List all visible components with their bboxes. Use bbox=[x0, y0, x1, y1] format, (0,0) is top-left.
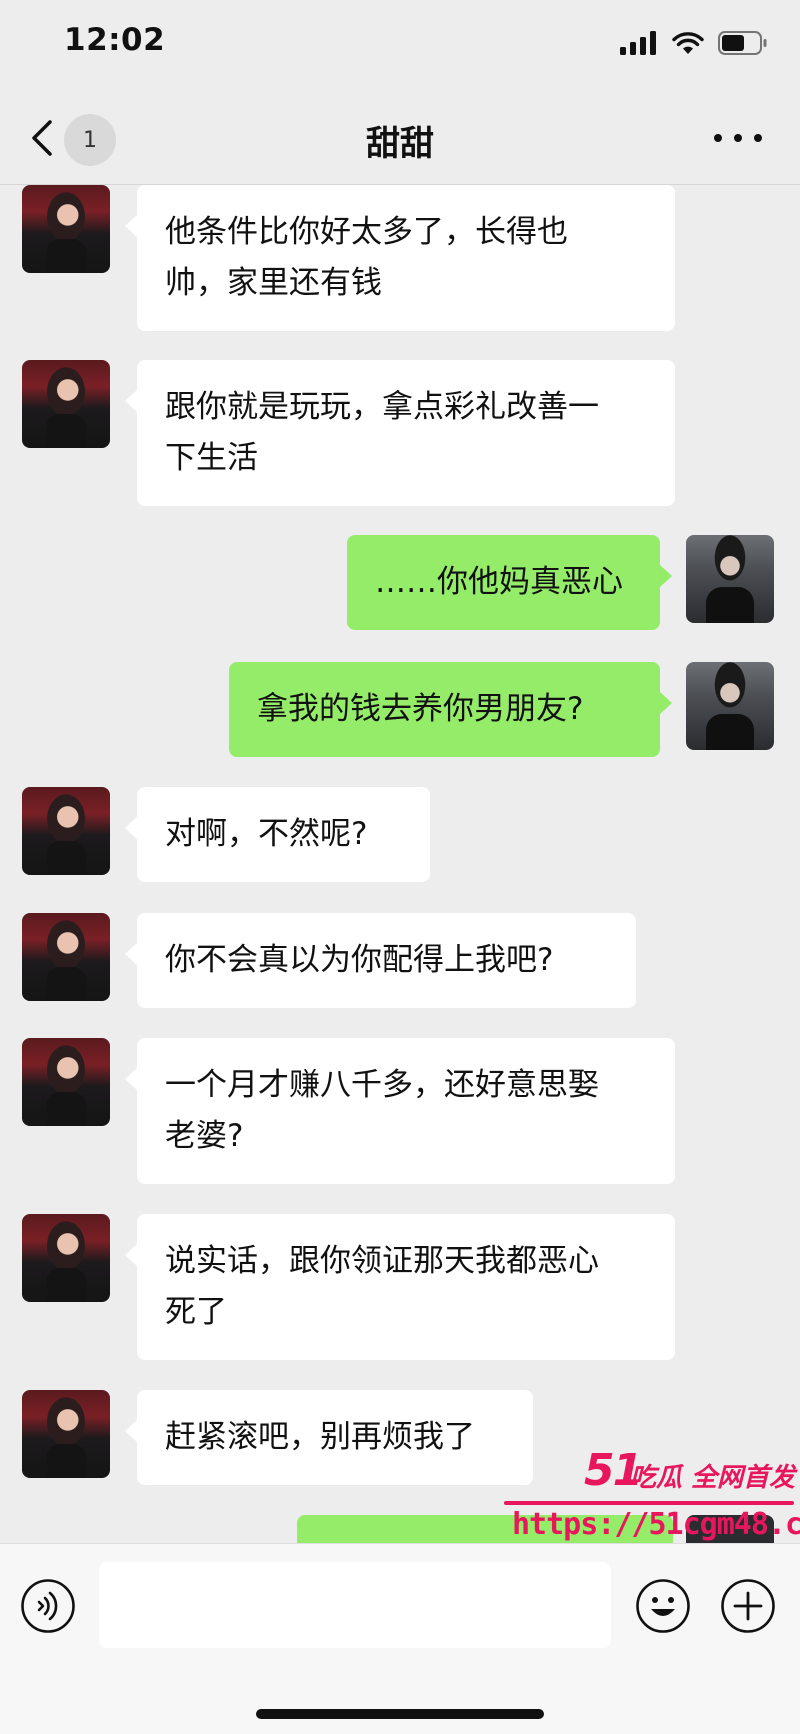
message-text-line: 老婆? bbox=[165, 1118, 244, 1154]
message-input[interactable] bbox=[99, 1562, 611, 1648]
message-text-line: 他条件比你好太多了，长得也 bbox=[165, 214, 568, 250]
more-dots-icon bbox=[714, 134, 722, 142]
my-avatar[interactable] bbox=[686, 535, 774, 623]
status-icons bbox=[620, 28, 768, 58]
message-text-line: ……你他妈真恶心 bbox=[375, 564, 623, 600]
message-text-line: 跟你就是玩玩，拿点彩礼改善一 bbox=[165, 389, 599, 425]
message-bubble[interactable]: 说实话，跟你领证那天我都恶心 死了 bbox=[125, 1214, 675, 1360]
watermark-divider bbox=[504, 1501, 794, 1505]
contact-avatar[interactable] bbox=[22, 1214, 110, 1302]
message-bubble[interactable]: 一个月才赚八千多，还好意思娶 老婆? bbox=[125, 1038, 675, 1184]
plus-icon bbox=[721, 1579, 775, 1633]
message-text-line: 一个月才赚八千多，还好意思娶 bbox=[165, 1067, 599, 1103]
contact-avatar[interactable] bbox=[22, 787, 110, 875]
watermark: 51 吃瓜 全网首发 https://51cgm48.com bbox=[500, 1445, 800, 1555]
message-text-line: 死了 bbox=[165, 1294, 227, 1330]
watermark-slogan: 吃瓜 全网首发 bbox=[630, 1463, 796, 1493]
message-bubble[interactable]: 他条件比你好太多了，长得也 帅，家里还有钱 bbox=[125, 185, 675, 331]
message-text-line: 你不会真以为你配得上我吧? bbox=[165, 942, 554, 978]
status-time: 12:02 bbox=[64, 22, 166, 58]
message-bubble[interactable]: 跟你就是玩玩，拿点彩礼改善一 下生活 bbox=[125, 360, 675, 506]
message-bubble[interactable]: 赶紧滚吧，别再烦我了 bbox=[125, 1390, 533, 1485]
contact-avatar[interactable] bbox=[22, 185, 110, 273]
home-indicator[interactable] bbox=[256, 1709, 544, 1719]
status-bar: 12:02 bbox=[0, 0, 800, 92]
message-text-line: 赶紧滚吧，别再烦我了 bbox=[165, 1419, 475, 1455]
message-text-line: 对啊，不然呢? bbox=[165, 816, 368, 852]
contact-avatar[interactable] bbox=[22, 1038, 110, 1126]
emoji-button[interactable] bbox=[635, 1578, 691, 1634]
signal-icon bbox=[620, 31, 656, 55]
message-text-line: 下生活 bbox=[165, 440, 258, 476]
voice-icon bbox=[21, 1579, 75, 1633]
message-bubble[interactable]: ……你他妈真恶心 bbox=[347, 535, 672, 630]
chat-title: 甜甜 bbox=[366, 124, 434, 164]
message-text-line: 帅，家里还有钱 bbox=[165, 265, 382, 301]
contact-avatar[interactable] bbox=[22, 360, 110, 448]
contact-avatar[interactable] bbox=[22, 913, 110, 1001]
message-text-line: 拿我的钱去养你男朋友? bbox=[257, 691, 584, 727]
message-bubble[interactable]: 你不会真以为你配得上我吧? bbox=[125, 913, 636, 1008]
message-bubble[interactable]: 对啊，不然呢? bbox=[125, 787, 430, 882]
message-bubble[interactable]: 拿我的钱去养你男朋友? bbox=[229, 662, 672, 757]
contact-avatar[interactable] bbox=[22, 1390, 110, 1478]
chat-header: 1 甜甜 bbox=[0, 92, 800, 185]
emoji-icon bbox=[636, 1579, 690, 1633]
voice-button[interactable] bbox=[20, 1578, 76, 1634]
message-list[interactable]: 他条件比你好太多了，长得也 帅，家里还有钱 跟你就是玩玩，拿点彩礼改善一 下生活… bbox=[0, 185, 800, 1543]
battery-icon bbox=[718, 31, 767, 55]
more-button[interactable] bbox=[714, 126, 762, 150]
my-avatar[interactable] bbox=[686, 662, 774, 750]
watermark-url: https://51cgm48.com bbox=[512, 1507, 800, 1542]
wifi-icon bbox=[672, 32, 704, 54]
message-text-line: 说实话，跟你领证那天我都恶心 bbox=[165, 1243, 599, 1279]
input-bar bbox=[0, 1543, 800, 1734]
add-button[interactable] bbox=[720, 1578, 776, 1634]
